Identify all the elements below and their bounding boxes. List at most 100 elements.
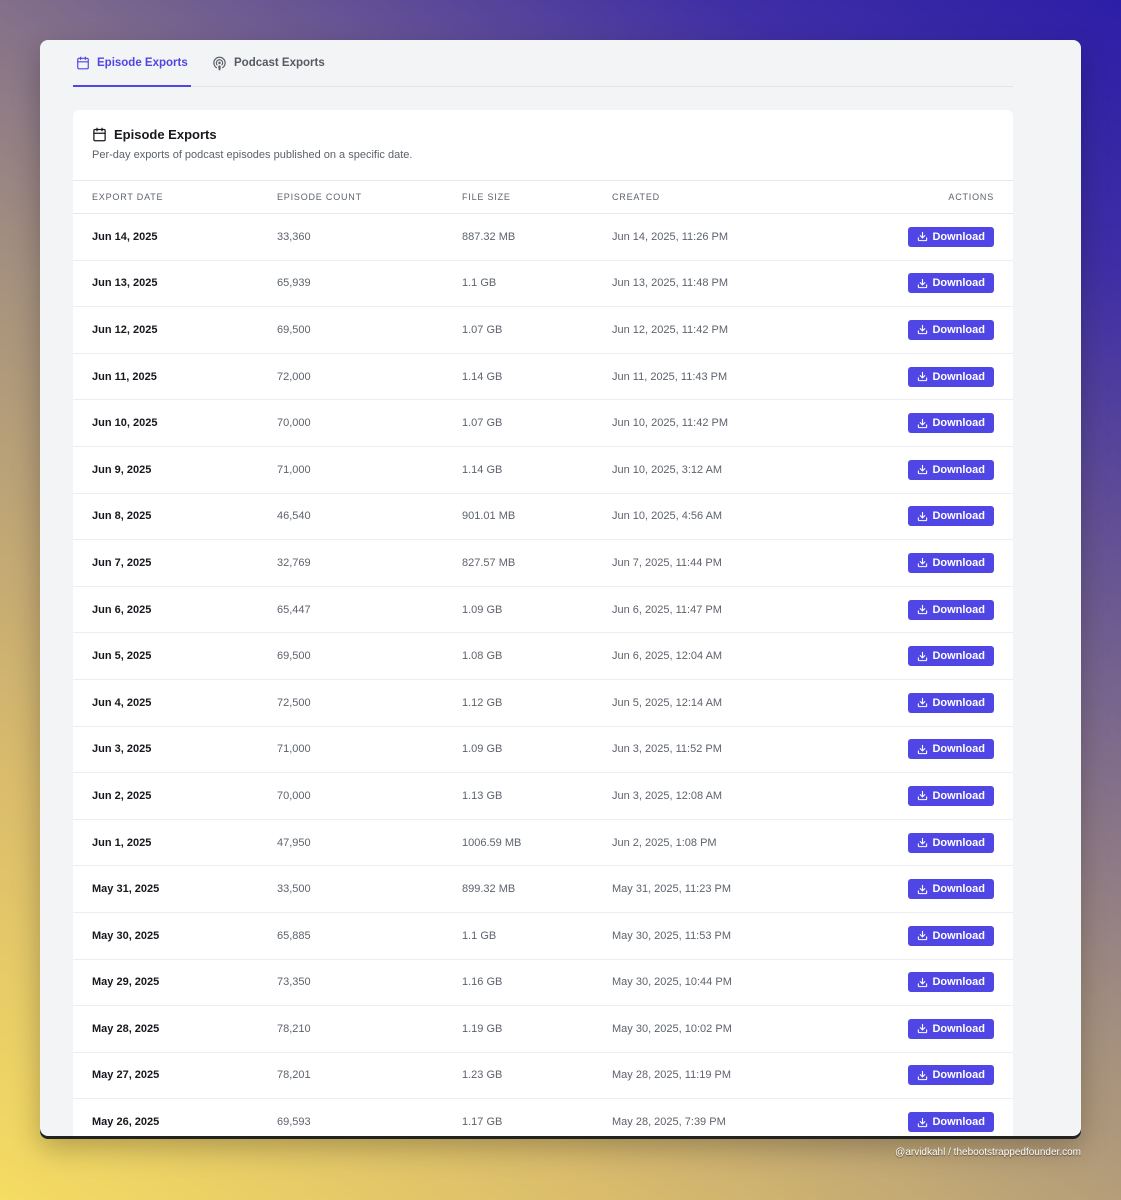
download-icon bbox=[917, 231, 928, 242]
download-button[interactable]: Download bbox=[908, 925, 994, 946]
created-cell: Jun 7, 2025, 11:44 PM bbox=[612, 556, 722, 569]
actions-cell: Download bbox=[842, 307, 1013, 354]
download-button[interactable]: Download bbox=[908, 1065, 994, 1086]
file-size-cell: 1.19 GB bbox=[462, 1022, 503, 1035]
created-cell: Jun 13, 2025, 11:48 PM bbox=[612, 277, 728, 290]
file-size-cell: 1.07 GB bbox=[462, 417, 503, 430]
download-label: Download bbox=[932, 1022, 985, 1035]
export-date-cell: Jun 3, 2025 bbox=[92, 743, 152, 756]
table-row: Jun 14, 2025 33,360 887.32 MB Jun 14, 20… bbox=[73, 214, 1013, 261]
created-cell: May 28, 2025, 11:19 PM bbox=[612, 1069, 732, 1082]
file-size-cell: 899.32 MB bbox=[462, 883, 516, 896]
file-size-cell: 827.57 MB bbox=[462, 556, 516, 569]
actions-cell: Download bbox=[842, 959, 1013, 1006]
table-row: Jun 12, 2025 69,500 1.07 GB Jun 12, 2025… bbox=[73, 307, 1013, 354]
export-date-cell: Jun 9, 2025 bbox=[92, 463, 152, 476]
file-size-cell: 1.09 GB bbox=[462, 603, 503, 616]
download-button[interactable]: Download bbox=[908, 1018, 994, 1039]
episode-count-cell: 32,769 bbox=[277, 556, 311, 569]
export-date-cell: May 29, 2025 bbox=[92, 976, 160, 989]
file-size-cell: 1.17 GB bbox=[462, 1116, 503, 1129]
download-button[interactable]: Download bbox=[908, 692, 994, 713]
tab-episode-exports[interactable]: Episode Exports bbox=[73, 40, 191, 87]
download-button[interactable]: Download bbox=[908, 226, 994, 247]
table-row: Jun 2, 2025 70,000 1.13 GB Jun 3, 2025, … bbox=[73, 773, 1013, 820]
table-row: May 29, 2025 73,350 1.16 GB May 30, 2025… bbox=[73, 959, 1013, 1006]
episode-count-cell: 65,447 bbox=[277, 603, 311, 616]
created-cell: Jun 5, 2025, 12:14 AM bbox=[612, 696, 723, 709]
download-label: Download bbox=[932, 789, 985, 802]
actions-cell: Download bbox=[842, 214, 1013, 261]
file-size-cell: 1.16 GB bbox=[462, 976, 503, 989]
card-title: Episode Exports bbox=[92, 127, 994, 142]
download-button[interactable]: Download bbox=[908, 273, 994, 294]
download-label: Download bbox=[932, 1116, 985, 1129]
actions-cell: Download bbox=[842, 866, 1013, 913]
download-label: Download bbox=[932, 836, 985, 849]
table-row: May 26, 2025 69,593 1.17 GB May 28, 2025… bbox=[73, 1099, 1013, 1136]
download-button[interactable]: Download bbox=[908, 506, 994, 527]
download-button[interactable]: Download bbox=[908, 646, 994, 667]
download-button[interactable]: Download bbox=[908, 552, 994, 573]
header-export-date: EXPORT DATE bbox=[92, 192, 164, 202]
download-button[interactable]: Download bbox=[908, 319, 994, 340]
header-actions: ACTIONS bbox=[948, 192, 994, 202]
file-size-cell: 901.01 MB bbox=[462, 510, 516, 523]
download-label: Download bbox=[932, 277, 985, 290]
download-button[interactable]: Download bbox=[908, 366, 994, 387]
download-button[interactable]: Download bbox=[908, 879, 994, 900]
created-cell: May 30, 2025, 10:02 PM bbox=[612, 1022, 732, 1035]
tab-podcast-exports[interactable]: Podcast Exports bbox=[212, 40, 325, 86]
file-size-cell: 1.07 GB bbox=[462, 323, 503, 336]
episode-count-cell: 33,500 bbox=[277, 883, 311, 896]
export-date-cell: May 31, 2025 bbox=[92, 883, 160, 896]
export-date-cell: May 28, 2025 bbox=[92, 1022, 160, 1035]
actions-cell: Download bbox=[842, 1052, 1013, 1099]
download-icon bbox=[917, 697, 928, 708]
download-label: Download bbox=[932, 417, 985, 430]
file-size-cell: 887.32 MB bbox=[462, 230, 516, 243]
export-date-cell: Jun 1, 2025 bbox=[92, 836, 152, 849]
card-title-text: Episode Exports bbox=[114, 127, 217, 142]
download-label: Download bbox=[932, 370, 985, 383]
created-cell: Jun 12, 2025, 11:42 PM bbox=[612, 323, 728, 336]
episode-exports-card: Episode Exports Per-day exports of podca… bbox=[73, 110, 1013, 1136]
download-icon bbox=[917, 744, 928, 755]
download-label: Download bbox=[932, 929, 985, 942]
table-row: Jun 1, 2025 47,950 1006.59 MB Jun 2, 202… bbox=[73, 819, 1013, 866]
download-icon bbox=[917, 418, 928, 429]
episode-count-cell: 78,201 bbox=[277, 1069, 311, 1082]
credit-text: @arvidkahl / thebootstrappedfounder.com bbox=[895, 1147, 1081, 1158]
export-date-cell: May 27, 2025 bbox=[92, 1069, 160, 1082]
created-cell: Jun 14, 2025, 11:26 PM bbox=[612, 230, 728, 243]
download-button[interactable]: Download bbox=[908, 739, 994, 760]
table-row: May 28, 2025 78,210 1.19 GB May 30, 2025… bbox=[73, 1006, 1013, 1053]
export-date-cell: Jun 14, 2025 bbox=[92, 230, 158, 243]
calendar-icon bbox=[92, 127, 107, 142]
download-button[interactable]: Download bbox=[908, 459, 994, 480]
table-row: Jun 3, 2025 71,000 1.09 GB Jun 3, 2025, … bbox=[73, 726, 1013, 773]
download-label: Download bbox=[932, 1069, 985, 1082]
download-button[interactable]: Download bbox=[908, 785, 994, 806]
download-label: Download bbox=[932, 510, 985, 523]
episode-count-cell: 72,500 bbox=[277, 696, 311, 709]
header-created: CREATED bbox=[612, 192, 660, 202]
download-button[interactable]: Download bbox=[908, 599, 994, 620]
episode-count-cell: 33,360 bbox=[277, 230, 311, 243]
created-cell: May 28, 2025, 7:39 PM bbox=[612, 1116, 726, 1129]
table-row: May 30, 2025 65,885 1.1 GB May 30, 2025,… bbox=[73, 912, 1013, 959]
actions-cell: Download bbox=[842, 633, 1013, 680]
actions-cell: Download bbox=[842, 726, 1013, 773]
export-date-cell: Jun 10, 2025 bbox=[92, 417, 158, 430]
episode-count-cell: 69,500 bbox=[277, 650, 311, 663]
table-row: Jun 4, 2025 72,500 1.12 GB Jun 5, 2025, … bbox=[73, 679, 1013, 727]
export-date-cell: Jun 7, 2025 bbox=[92, 556, 152, 569]
download-button[interactable]: Download bbox=[908, 972, 994, 993]
file-size-cell: 1006.59 MB bbox=[462, 836, 522, 849]
download-button[interactable]: Download bbox=[908, 832, 994, 853]
download-icon bbox=[917, 884, 928, 895]
download-button[interactable]: Download bbox=[908, 1112, 994, 1133]
actions-cell: Download bbox=[842, 819, 1013, 866]
created-cell: Jun 3, 2025, 11:52 PM bbox=[612, 743, 722, 756]
download-button[interactable]: Download bbox=[908, 413, 994, 434]
